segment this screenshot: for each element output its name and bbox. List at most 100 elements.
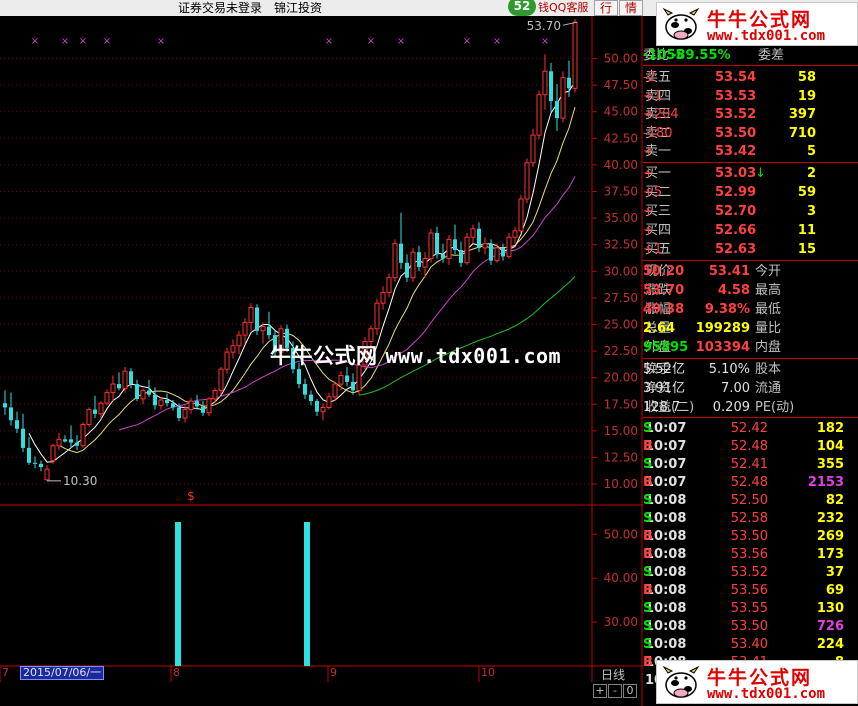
candle: [332, 381, 338, 402]
tick-volume: 82: [825, 493, 844, 508]
candle: [188, 397, 194, 414]
candle-body: [80, 423, 86, 447]
tick-trade-row[interactable]: 10:07 52.42 182 S: [643, 419, 858, 438]
fundamental-value: 0.209: [712, 400, 750, 415]
tick-price: 53.55: [730, 601, 768, 616]
tick-trade-row[interactable]: 10:07 52.48 104 B: [643, 437, 858, 456]
ask-level-row[interactable]: 卖二 53.50 710 -180: [643, 124, 858, 143]
tick-price: 53.50: [730, 529, 768, 544]
qq-badge[interactable]: 52: [508, 0, 536, 16]
tick-direction: B: [643, 529, 653, 544]
tick-volume: 173: [816, 547, 844, 562]
tick-trade-row[interactable]: 10:08 52.50 82 S: [643, 491, 858, 510]
ask-change: +1: [643, 88, 663, 104]
candle: [122, 367, 128, 393]
tick-direction: B: [643, 583, 653, 598]
bid-level-row[interactable]: 买三 52.70 3 +: [643, 202, 858, 221]
tick-trade-row[interactable]: 10:08 53.52 37 S: [643, 563, 858, 582]
fundamental-row[interactable]: 收益(二) 0.209 PE(动) 128.7: [643, 398, 858, 417]
ask-level-row[interactable]: 卖四 53.53 19 +1: [643, 87, 858, 106]
candle-body: [182, 409, 188, 419]
site-logo-top[interactable]: 牛牛公式网 www.tdx001.com: [656, 2, 858, 46]
candle: [93, 395, 97, 419]
ask-level-row[interactable]: 卖一 53.42 5 +: [643, 142, 858, 161]
tick-trade-row[interactable]: 10:08 53.50 269 B: [643, 527, 858, 546]
zoom-out-button[interactable]: -: [608, 684, 622, 698]
y-tick-label: 17.50: [604, 397, 638, 411]
candle: [218, 367, 224, 395]
candle-body: [44, 468, 50, 481]
tick-trade-row[interactable]: 10:08 53.55 130 S: [643, 599, 858, 618]
tick-volume: 224: [816, 637, 844, 652]
y-tick-label: 20.00: [604, 371, 638, 385]
bid-level-row[interactable]: 买二 52.99 59 +5: [643, 183, 858, 202]
tick-trade-row[interactable]: 10:08 53.56 69 B: [643, 581, 858, 600]
signal-marker: ×: [541, 36, 549, 47]
ask-price: 53.52: [715, 107, 757, 122]
candle-body: [171, 403, 175, 408]
tick-volume: 182: [816, 421, 844, 436]
broker-name[interactable]: 锦江投资: [274, 0, 322, 16]
qq-service-link[interactable]: 钱QQ客服: [538, 0, 588, 16]
quote-stat-row[interactable]: 外盘 103394 内盘 95895: [643, 338, 858, 357]
order-ratio-row[interactable]: 委比 -89.55% 委差 -1055: [643, 46, 858, 65]
candle-body: [165, 400, 169, 404]
tick-trade-row[interactable]: 10:08 52.58 232 S: [643, 509, 858, 528]
signal-marker: ×: [79, 36, 87, 47]
info-button[interactable]: 情: [619, 0, 643, 16]
bid-level-row[interactable]: 买五 52.63 15 +1: [643, 240, 858, 259]
zoom-reset-button[interactable]: 0: [623, 684, 637, 698]
tick-trade-row[interactable]: 10:07 52.41 355 S: [643, 455, 858, 474]
watermark-name: 牛牛公式网: [270, 344, 378, 368]
candle-body: [147, 390, 151, 395]
period-selector[interactable]: 日线: [601, 666, 625, 683]
bid-volume: 15: [797, 242, 816, 257]
candle-body: [524, 162, 530, 200]
candle-body: [69, 439, 73, 443]
tick-trade-row[interactable]: 10:07 52.48 2153 B: [643, 473, 858, 492]
site-logo-bottom[interactable]: 牛牛公式网 www.tdx001.com: [656, 660, 858, 704]
tick-trade-row[interactable]: 10:08 53.56 173 B: [643, 545, 858, 564]
quote-stat-row[interactable]: 总量 199289 量比 2.64: [643, 319, 858, 338]
zoom-in-button[interactable]: +: [593, 684, 607, 698]
bid-volume: 11: [797, 223, 816, 238]
y-tick-label: 15.00: [604, 424, 638, 438]
quote-stat-row[interactable]: 涨幅 9.38% 最低 49.38: [643, 300, 858, 319]
tick-direction: S: [643, 511, 653, 526]
tick-direction: B: [643, 547, 653, 562]
indicator-bar: [304, 522, 310, 666]
quote-button[interactable]: 行: [594, 0, 618, 16]
candle-body: [98, 402, 104, 415]
fundamental-row[interactable]: 净资 7.00 流通 3.91亿: [643, 379, 858, 398]
quote-stat-row[interactable]: 涨跌 4.58 最高 53.70: [643, 281, 858, 300]
candle: [501, 243, 505, 261]
candle-body: [195, 401, 199, 407]
tick-price: 52.58: [730, 511, 768, 526]
ask-level-row[interactable]: 卖五 53.54 58 -2: [643, 68, 858, 87]
ask-price: 53.42: [715, 144, 757, 159]
quote-stat-row[interactable]: 现价 53.41 今开 50.20: [643, 262, 858, 281]
trade-login-status[interactable]: 证券交易未登录: [178, 0, 262, 16]
tick-price: 52.48: [730, 439, 768, 454]
candle: [560, 71, 566, 123]
candle-body: [506, 236, 512, 257]
y-tick-label: 42.50: [604, 131, 638, 145]
candle: [303, 378, 307, 399]
signal-marker: ×: [325, 36, 333, 47]
candle-body: [140, 389, 146, 400]
candle: [320, 403, 326, 421]
tick-trade-row[interactable]: 10:08 53.50 726 S: [643, 617, 858, 636]
signal-marker: ×: [61, 36, 69, 47]
candle: [380, 286, 386, 310]
bid-level-row[interactable]: 买一 53.03 ↓ 2 +: [643, 164, 858, 183]
candle: [117, 372, 121, 391]
fundamental-row[interactable]: 换手 5.10% 股本 5.52亿: [643, 360, 858, 379]
ask-volume: 58: [797, 70, 816, 85]
candle-body: [446, 238, 452, 260]
candle-body: [110, 383, 116, 394]
ask-level-row[interactable]: 卖三 53.52 397 +204: [643, 105, 858, 124]
bid-level-row[interactable]: 买四 52.66 11 +: [643, 221, 858, 240]
tick-direction: S: [643, 637, 653, 652]
tick-trade-row[interactable]: 10:08 53.40 224 S: [643, 635, 858, 654]
price-axis: 50.00 47.50 45.00 42.50 40.00 37.50 35.00 32.50…: [592, 52, 638, 491]
